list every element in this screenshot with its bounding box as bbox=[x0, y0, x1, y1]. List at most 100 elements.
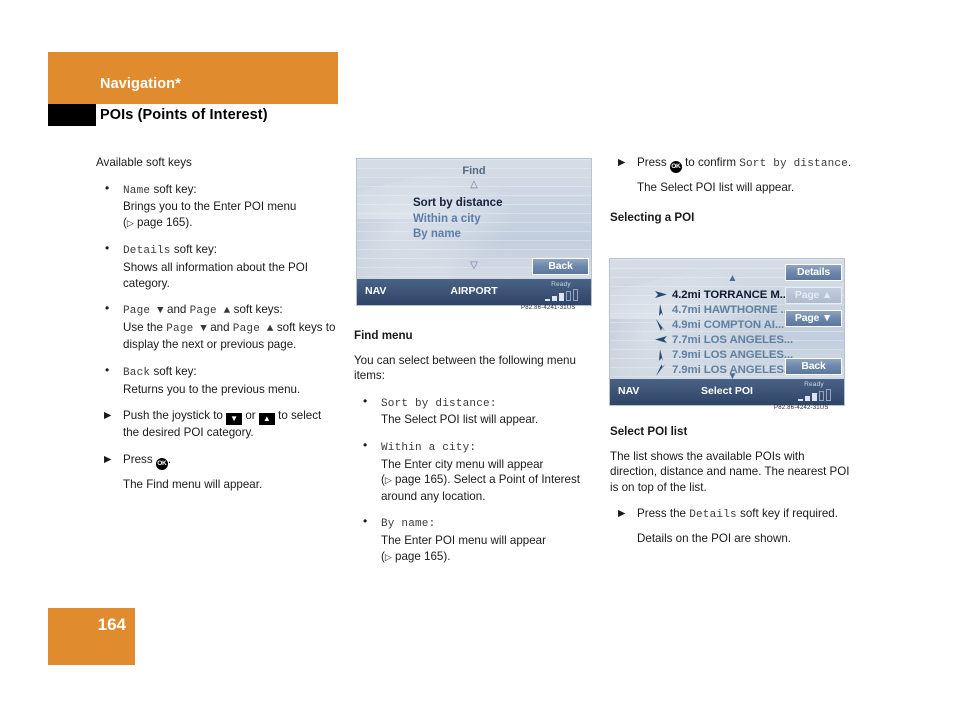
find-status-bar: NAV AIRPORT Ready bbox=[357, 279, 591, 305]
page-keys-suffix: soft keys: bbox=[230, 303, 283, 317]
screenshot-find-menu: Find △ Sort by distance Within a city By… bbox=[356, 158, 592, 306]
page-keys-and-1: and bbox=[163, 303, 190, 317]
joystick-down-icon: ▼ bbox=[226, 413, 243, 426]
poi-name-1: HAWTHORNE ... bbox=[703, 303, 790, 316]
bullet-page-soft-keys: Page ▼ and Page ▲ soft keys: Use the Pag… bbox=[96, 301, 339, 353]
poi-distance-3: 7.7mi bbox=[672, 333, 701, 346]
find-item-within-a-city[interactable]: Within a city bbox=[413, 212, 502, 228]
poi-distance-name-2: 4.9mi COMPTON AI... bbox=[672, 319, 784, 331]
page-ref-byname: (▷ page 165). bbox=[381, 549, 451, 563]
bullet-within-a-city: Within a city: The Enter city menu will … bbox=[354, 438, 597, 504]
signal-bars-icon-2 bbox=[789, 389, 839, 401]
page-ref-icon: ▷ bbox=[384, 475, 392, 486]
find-item-by-name[interactable]: By name bbox=[413, 227, 502, 243]
section-marker-block bbox=[48, 104, 96, 126]
poi-distance-1: 4.7mi bbox=[672, 303, 701, 316]
details-result-text: Details on the POI are shown. bbox=[637, 531, 792, 545]
poi-name-4: LOS ANGELES... bbox=[703, 348, 794, 361]
poi-distance-name-4: 7.9mi LOS ANGELES... bbox=[672, 349, 793, 361]
left-step-list: Push the joystick to ▼ or ▲ to select th… bbox=[96, 408, 339, 470]
direction-arrow-right-icon bbox=[650, 289, 672, 300]
poi-distance-name-1: 4.7mi HAWTHORNE ... bbox=[672, 304, 790, 316]
find-menu-heading: Find menu bbox=[354, 329, 413, 342]
soft-key-label-details: Details bbox=[123, 245, 171, 258]
find-softkey-back[interactable]: Back bbox=[532, 258, 589, 275]
find-status-signal: Ready bbox=[536, 281, 586, 301]
left-step-result: The Find menu will appear. bbox=[123, 477, 263, 491]
bullet-body-details: Shows all information about the POI cate… bbox=[123, 260, 308, 290]
soft-key-bullet-list: Name soft key: Brings you to the Enter P… bbox=[96, 181, 339, 398]
select-poi-list-heading: Select POI list bbox=[610, 425, 688, 438]
page-ref-name: (▷ page 165). bbox=[123, 215, 193, 229]
screenshot-select-poi: ▲ 4.2mi TORRANCE M... 4.7mi HAWTHORNE ..… bbox=[609, 258, 845, 406]
scroll-up-icon: △ bbox=[470, 179, 478, 190]
confirm-pre: Press bbox=[637, 156, 670, 169]
poi-name-0: TORRANCE M... bbox=[703, 288, 789, 301]
confirm-mid: to confirm bbox=[681, 156, 740, 169]
soft-key-suffix-name: soft key: bbox=[150, 182, 197, 196]
poi-list-item[interactable]: 7.7mi LOS ANGELES... bbox=[650, 332, 815, 347]
details-pre: Press the bbox=[637, 507, 690, 521]
poi-name-3: LOS ANGELES... bbox=[703, 333, 794, 346]
bullet-body-page: Use the Page ▼ and Page ▲ soft keys to d… bbox=[123, 320, 339, 353]
direction-arrow-down-icon bbox=[650, 348, 672, 362]
poi-name-2: COMPTON AI... bbox=[703, 318, 785, 331]
ready-label-2: Ready bbox=[804, 381, 824, 388]
poi-distance-4: 7.9mi bbox=[672, 348, 701, 361]
bullet-body-byname: The Enter POI menu will appear bbox=[381, 533, 546, 547]
right-step-list-confirm: Press OK to confirm Sort by distance. bbox=[610, 155, 853, 173]
bullet-name-soft-key: Name soft key: Brings you to the Enter P… bbox=[96, 181, 339, 232]
chapter-title: Navigation* bbox=[100, 76, 181, 92]
signal-bars-icon bbox=[536, 289, 586, 301]
find-menu-intro: You can select between the following men… bbox=[354, 353, 576, 383]
bullet-details-soft-key: Details soft key: Shows all information … bbox=[96, 241, 339, 291]
confirm-result-text: The Select POI list will appear. bbox=[637, 181, 795, 194]
select-poi-list-description: The list shows the available POIs with d… bbox=[610, 449, 850, 494]
bullet-sort-by-distance: Sort by distance: The Select POI list wi… bbox=[354, 394, 597, 428]
poi-softkey-page-up[interactable]: Page ▲ bbox=[785, 287, 842, 304]
soft-key-label-back: Back bbox=[123, 366, 151, 379]
figure-caption-find: P82.86-4241-31US bbox=[521, 305, 576, 311]
menu-item-label-name: By name: bbox=[381, 518, 436, 531]
chapter-header-band bbox=[48, 52, 338, 104]
find-menu-bullet-list: Sort by distance: The Select POI list wi… bbox=[354, 394, 597, 565]
direction-arrow-down-icon bbox=[650, 303, 672, 317]
right-column-bottom: Select POI list The list shows the avail… bbox=[610, 424, 853, 558]
direction-arrow-down-left-icon bbox=[650, 318, 672, 332]
page-ref-icon: ▷ bbox=[384, 551, 392, 562]
ok-button-icon: OK bbox=[155, 457, 168, 470]
soft-key-label-page-down-2: Page ▼ bbox=[166, 322, 207, 335]
step-push-pre: Push the joystick to bbox=[123, 409, 227, 423]
available-soft-keys-intro: Available soft keys bbox=[96, 156, 192, 169]
bullet-back-soft-key: Back soft key: Returns you to the previo… bbox=[96, 363, 339, 397]
poi-status-signal: Ready bbox=[789, 381, 839, 401]
right-step-list-details: Press the Details soft key if required. bbox=[610, 506, 853, 524]
poi-softkey-details[interactable]: Details bbox=[785, 264, 842, 281]
soft-key-label-details-2: Details bbox=[689, 509, 737, 522]
poi-distance-name-0: 4.2mi TORRANCE M... bbox=[672, 289, 789, 301]
ok-button-icon-2: OK bbox=[669, 161, 682, 173]
page-number-block: 164 bbox=[48, 608, 135, 665]
step-press-ok: Press OK. bbox=[96, 452, 339, 470]
step-press-post: . bbox=[167, 452, 172, 466]
bullet-body-sort: The Select POI list will appear. bbox=[381, 413, 539, 427]
bullet-by-name: By name: The Enter POI menu will appear … bbox=[354, 514, 597, 565]
find-item-sort-by-distance[interactable]: Sort by distance bbox=[413, 196, 502, 212]
menu-item-label-sort: Sort by distance: bbox=[381, 397, 497, 410]
soft-key-suffix-back: soft key: bbox=[150, 364, 197, 378]
poi-softkey-back[interactable]: Back bbox=[785, 358, 842, 375]
page-number: 164 bbox=[97, 615, 126, 634]
page-ref-city: (▷ page 165). Select a Point of Interest… bbox=[381, 473, 580, 503]
joystick-up-icon: ▲ bbox=[258, 413, 275, 426]
bullet-body-back: Returns you to the previous menu. bbox=[123, 382, 301, 396]
poi-distance-name-3: 7.7mi LOS ANGELES... bbox=[672, 334, 793, 346]
poi-status-bar: NAV Select POI Ready bbox=[610, 379, 844, 405]
selecting-a-poi-heading: Selecting a POI bbox=[610, 210, 695, 224]
step-push-joystick: Push the joystick to ▼ or ▲ to select th… bbox=[96, 408, 339, 441]
bullet-body-city: The Enter city menu will appear bbox=[381, 457, 544, 471]
step-press-ok-confirm: Press OK to confirm Sort by distance. bbox=[610, 155, 853, 173]
step-press-details: Press the Details soft key if required. bbox=[610, 506, 853, 524]
soft-key-label-page-up-2: Page ▲ bbox=[232, 322, 274, 335]
poi-softkey-page-down[interactable]: Page ▼ bbox=[785, 310, 842, 327]
step-push-mid: or bbox=[242, 409, 259, 423]
